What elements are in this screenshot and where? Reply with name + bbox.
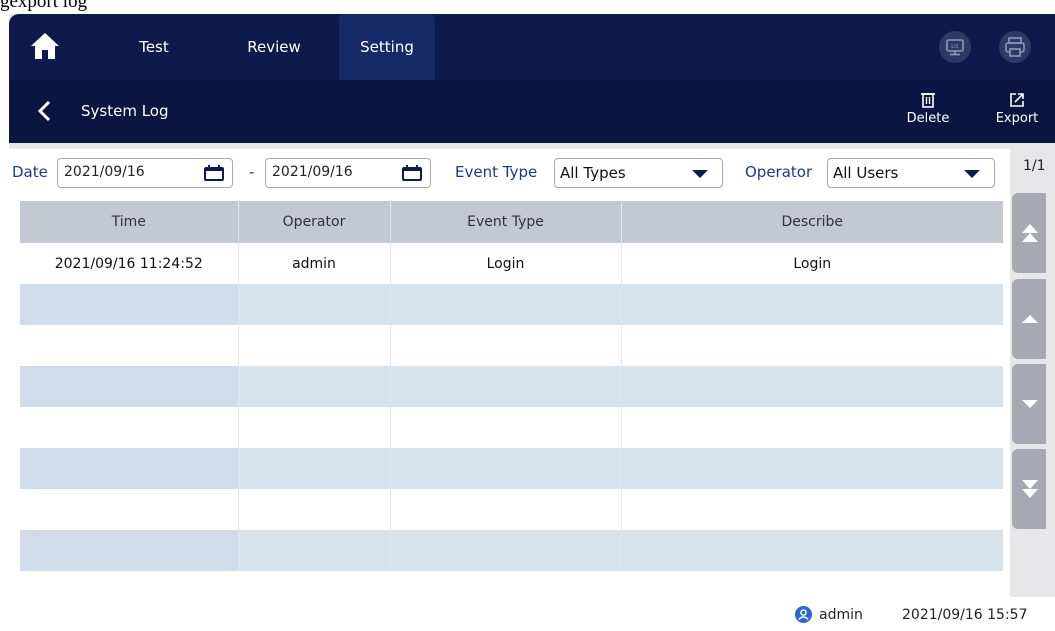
filter-bar: Date 2021/09/16 - 2021/09/16 Event Type … (9, 158, 1010, 188)
cell-event-type (390, 325, 622, 366)
chevron-down-icon (964, 170, 980, 178)
chevron-up-icon (1022, 315, 1038, 323)
date-separator: - (249, 163, 255, 181)
app-frame: Test Review Setting LIS System Log Delet… (9, 14, 1055, 631)
cell-operator (238, 448, 391, 489)
cell-event-type (390, 489, 622, 530)
cell-describe (621, 325, 1003, 366)
calendar-icon[interactable] (203, 165, 225, 182)
cell-operator: admin (238, 243, 391, 284)
delete-button[interactable]: Delete (898, 91, 958, 126)
print-button[interactable] (999, 31, 1031, 63)
cell-operator (238, 489, 391, 530)
trash-icon (921, 93, 935, 108)
printer-icon (1005, 37, 1025, 57)
cell-describe (621, 489, 1003, 530)
page-indicator: 1/1 (1023, 158, 1046, 174)
calendar-icon[interactable] (401, 165, 423, 182)
table-row[interactable] (20, 530, 1003, 571)
double-chevron-down-icon (1022, 480, 1038, 498)
cell-operator (238, 284, 391, 325)
cell-operator (238, 530, 391, 571)
table-row[interactable] (20, 284, 1003, 325)
cell-time (20, 284, 239, 325)
cell-event-type (390, 284, 622, 325)
window-caption: gexport log (0, 0, 88, 12)
table-row[interactable] (20, 489, 1003, 530)
table-header-row: Time Operator Event Type Describe (20, 201, 1003, 243)
page-title: System Log (81, 102, 169, 120)
cell-event-type (390, 530, 622, 571)
page-header: System Log Delete Export (9, 80, 1055, 143)
chevron-down-icon (1022, 400, 1038, 408)
home-icon[interactable] (29, 30, 61, 62)
cell-time: 2021/09/16 11:24:52 (20, 243, 239, 284)
cell-time (20, 366, 239, 407)
export-button[interactable]: Export (987, 91, 1047, 126)
delete-label: Delete (906, 111, 950, 126)
cell-time (20, 489, 239, 530)
cell-event-type (390, 366, 622, 407)
cell-operator (238, 366, 391, 407)
cell-time (20, 448, 239, 489)
first-page-button[interactable] (1012, 193, 1046, 273)
table-row[interactable] (20, 366, 1003, 407)
cell-describe (621, 448, 1003, 489)
table-row[interactable] (20, 448, 1003, 489)
event-type-select[interactable]: All Types (554, 158, 723, 188)
date-label: Date (12, 163, 48, 181)
svg-text:LIS: LIS (951, 44, 958, 50)
user-icon (795, 606, 812, 623)
last-page-button[interactable] (1012, 449, 1046, 529)
export-label: Export (995, 111, 1039, 126)
date-to-value: 2021/09/16 (272, 164, 353, 180)
cell-event-type: Login (390, 243, 622, 284)
cell-describe: Login (793, 255, 832, 272)
date-from-value: 2021/09/16 (64, 164, 145, 180)
current-user: admin (819, 607, 863, 623)
cell-event-type (390, 448, 622, 489)
date-from-field[interactable]: 2021/09/16 (57, 158, 233, 188)
event-type-label: Event Type (455, 163, 538, 181)
tab-review[interactable]: Review (234, 14, 314, 80)
double-chevron-up-icon (1022, 224, 1038, 242)
cell-event-type (390, 407, 622, 448)
previous-page-button[interactable] (1012, 279, 1046, 359)
column-header-time[interactable]: Time (20, 201, 239, 243)
cell-describe (621, 284, 1003, 325)
log-table: Time Operator Event Type Describe 2021/0… (20, 201, 1003, 571)
cell-time (20, 407, 239, 448)
table-row[interactable]: 2021/09/16 11:24:52 admin Login Login (20, 243, 1003, 284)
log-panel: Date 2021/09/16 - 2021/09/16 Event Type … (9, 149, 1010, 597)
column-header-event-type[interactable]: Event Type (390, 201, 622, 243)
export-icon (1010, 93, 1024, 107)
cell-operator (238, 325, 391, 366)
chevron-down-icon (692, 170, 708, 178)
cell-describe (621, 530, 1003, 571)
cell-describe (621, 407, 1003, 448)
status-datetime: 2021/09/16 15:57 (902, 607, 1028, 623)
operator-select[interactable]: All Users (827, 158, 995, 188)
back-icon[interactable] (35, 100, 55, 122)
column-header-describe[interactable]: Describe (621, 201, 1003, 243)
table-row[interactable] (20, 325, 1003, 366)
lis-monitor-icon: LIS (946, 39, 964, 56)
tab-setting[interactable]: Setting (339, 14, 435, 80)
cell-describe (621, 366, 1003, 407)
cell-operator (238, 407, 391, 448)
top-navigation: Test Review Setting LIS (9, 14, 1055, 80)
cell-time (20, 530, 239, 571)
event-type-value: All Types (560, 164, 626, 182)
next-page-button[interactable] (1012, 364, 1046, 444)
operator-value: All Users (833, 164, 899, 182)
operator-label: Operator (745, 163, 813, 181)
date-to-field[interactable]: 2021/09/16 (265, 158, 431, 188)
column-header-operator[interactable]: Operator (238, 201, 391, 243)
status-bar: admin 2021/09/16 15:57 (9, 597, 1055, 631)
cell-time (20, 325, 239, 366)
lis-monitor-button[interactable]: LIS (939, 31, 971, 63)
table-row[interactable] (20, 407, 1003, 448)
tab-test[interactable]: Test (114, 14, 194, 80)
